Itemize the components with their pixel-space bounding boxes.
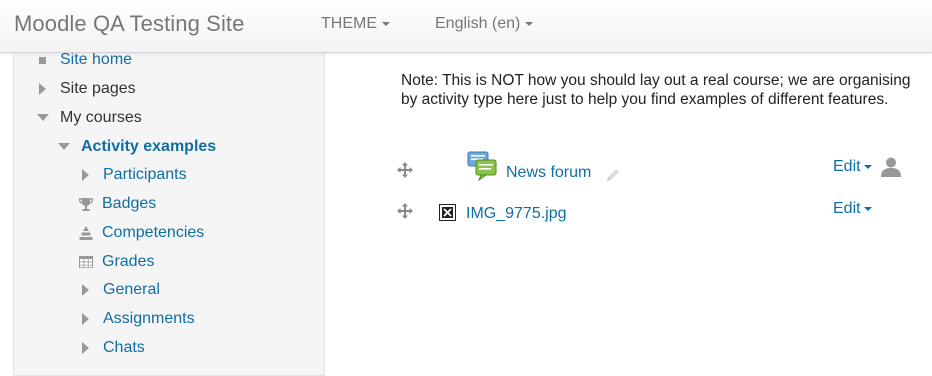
chevron-down-icon bbox=[382, 21, 390, 26]
sidebar-item-chats[interactable]: Chats bbox=[79, 339, 145, 357]
edit-menu-label: Edit bbox=[833, 158, 861, 175]
edit-menu[interactable]: Edit bbox=[833, 158, 872, 176]
navbar: Moodle QA Testing Site THEME English (en… bbox=[0, 0, 932, 53]
expand-arrow-icon bbox=[79, 168, 93, 182]
sidebar-item-label: Site home bbox=[60, 51, 133, 68]
sidebar-item-assignments[interactable]: Assignments bbox=[79, 310, 195, 328]
sidebar-item-label: Badges bbox=[102, 195, 157, 212]
sidebar-item-label: Assignments bbox=[103, 310, 195, 327]
activity-row-news-forum: News forum Edit bbox=[396, 151, 916, 186]
expand-arrow-icon bbox=[79, 283, 93, 297]
broken-image-icon bbox=[439, 204, 456, 221]
sidebar-item-label: General bbox=[103, 281, 160, 298]
sidebar-item-grades[interactable]: Grades bbox=[78, 253, 154, 271]
sidebar-item-label: My courses bbox=[60, 109, 142, 126]
course-section-summary: Note: This is NOT how you should lay out… bbox=[401, 72, 911, 108]
move-icon[interactable] bbox=[396, 161, 414, 179]
competencies-icon bbox=[78, 226, 93, 240]
sidebar-item-site-pages[interactable]: Site pages bbox=[36, 80, 136, 98]
sidebar-item-label: Site pages bbox=[60, 80, 136, 97]
collapse-arrow-icon bbox=[36, 111, 50, 125]
sidebar-item-general[interactable]: General bbox=[79, 281, 160, 299]
theme-menu-label: THEME bbox=[321, 15, 377, 32]
sidebar-item-label: Participants bbox=[103, 166, 187, 183]
sidebar-item-activity-examples[interactable]: Activity examples bbox=[57, 138, 216, 156]
collapse-arrow-icon bbox=[57, 140, 71, 154]
bullet-icon bbox=[36, 53, 50, 67]
sidebar-item-label: Chats bbox=[103, 339, 145, 356]
sidebar-item-competencies[interactable]: Competencies bbox=[78, 224, 204, 242]
trophy-icon bbox=[78, 197, 94, 211]
chevron-down-icon bbox=[863, 206, 872, 211]
language-menu[interactable]: English (en) bbox=[435, 15, 534, 33]
language-menu-label: English (en) bbox=[435, 15, 521, 32]
activity-link-news-forum[interactable]: News forum bbox=[506, 164, 591, 182]
sidebar-item-my-courses[interactable]: My courses bbox=[36, 109, 142, 127]
forum-icon bbox=[467, 151, 499, 182]
grades-table-icon bbox=[78, 255, 93, 269]
sidebar-item-participants[interactable]: Participants bbox=[79, 166, 187, 184]
chevron-down-icon bbox=[525, 21, 534, 26]
activity-link-img-9775[interactable]: IMG_9775.jpg bbox=[466, 205, 567, 223]
theme-menu[interactable]: THEME bbox=[321, 15, 390, 33]
expand-arrow-icon bbox=[79, 341, 93, 355]
activity-row-img-9775: IMG_9775.jpg Edit bbox=[396, 199, 916, 229]
pencil-icon[interactable] bbox=[604, 166, 622, 184]
sidebar-item-badges[interactable]: Badges bbox=[78, 195, 156, 213]
sidebar-item-label: Competencies bbox=[102, 224, 205, 241]
sidebar-item-site-home[interactable]: Site home bbox=[36, 51, 132, 69]
site-brand[interactable]: Moodle QA Testing Site bbox=[14, 11, 244, 37]
chevron-down-icon bbox=[863, 164, 872, 169]
expand-arrow-icon bbox=[79, 312, 93, 326]
sidebar-item-label: Activity examples bbox=[81, 138, 217, 155]
edit-menu-label: Edit bbox=[833, 200, 861, 217]
sidebar-item-label: Grades bbox=[102, 253, 155, 270]
move-icon[interactable] bbox=[396, 202, 414, 220]
group-mode-icon[interactable] bbox=[880, 156, 902, 178]
expand-arrow-icon bbox=[36, 82, 50, 96]
edit-menu[interactable]: Edit bbox=[833, 200, 872, 218]
